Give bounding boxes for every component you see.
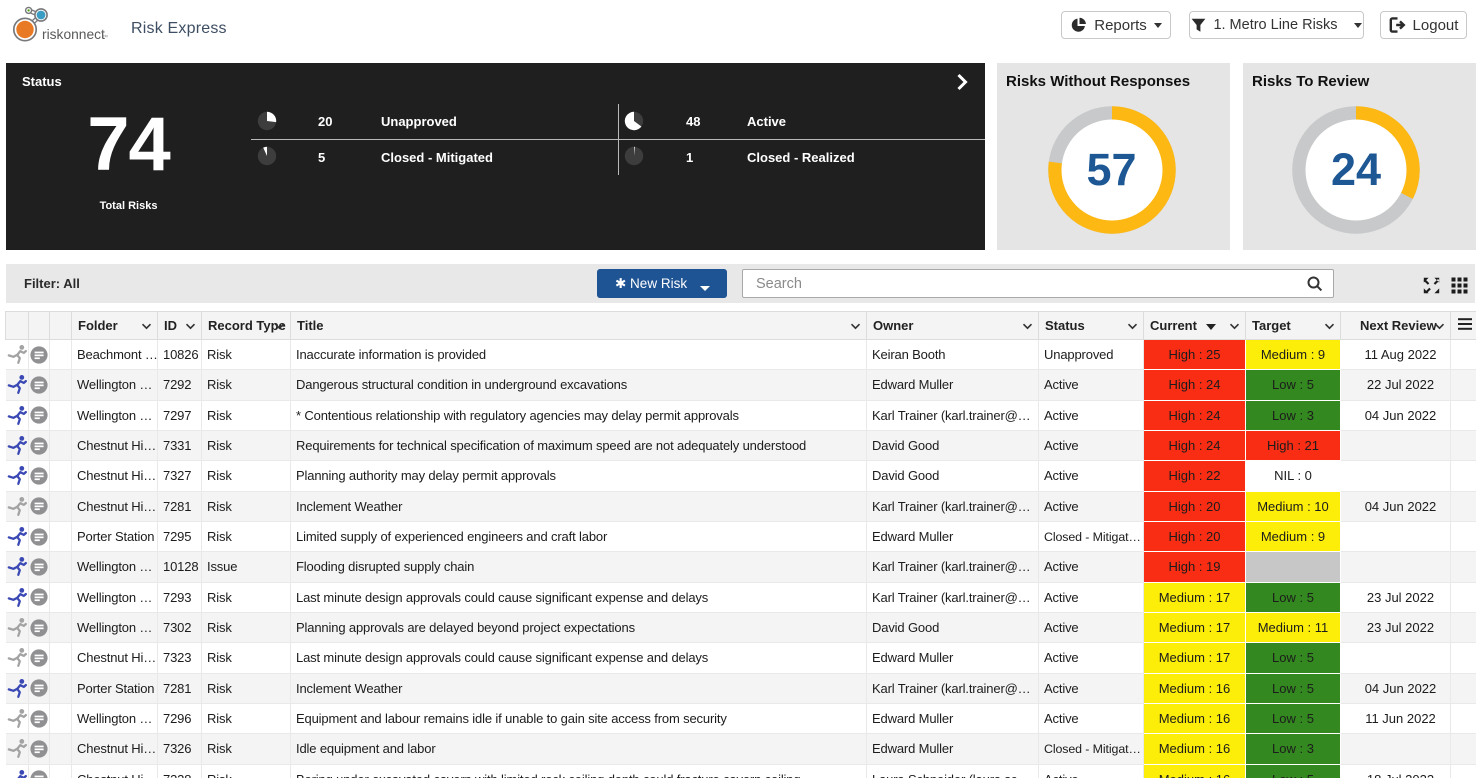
svg-text:™: ™ (102, 34, 108, 41)
svg-text:riskonnect: riskonnect (42, 27, 105, 42)
